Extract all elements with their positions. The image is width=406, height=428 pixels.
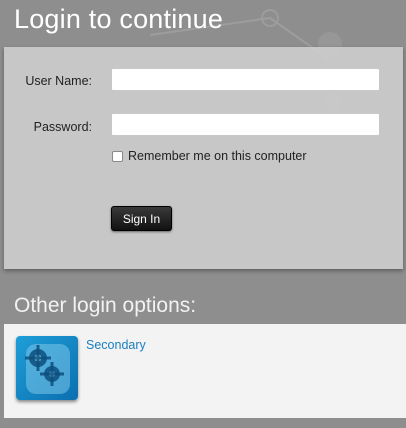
login-panel: User Name: Password: Remember me on this… — [4, 47, 403, 269]
other-login-options-panel: Secondary — [4, 324, 406, 418]
page-title: Login to continue — [14, 4, 224, 34]
password-input[interactable] — [111, 113, 380, 136]
username-label: User Name: — [25, 74, 92, 88]
remember-me-checkbox[interactable] — [112, 150, 123, 162]
password-label: Password: — [33, 120, 92, 134]
gears-icon[interactable] — [16, 336, 78, 400]
remember-me-label[interactable]: Remember me on this computer — [128, 149, 307, 163]
username-input[interactable] — [111, 68, 380, 91]
other-login-options-title: Other login options: — [14, 294, 197, 317]
remember-me-row: Remember me on this computer — [112, 149, 307, 163]
sign-in-button[interactable]: Sign In — [111, 206, 172, 231]
secondary-login-link[interactable]: Secondary — [86, 338, 146, 352]
